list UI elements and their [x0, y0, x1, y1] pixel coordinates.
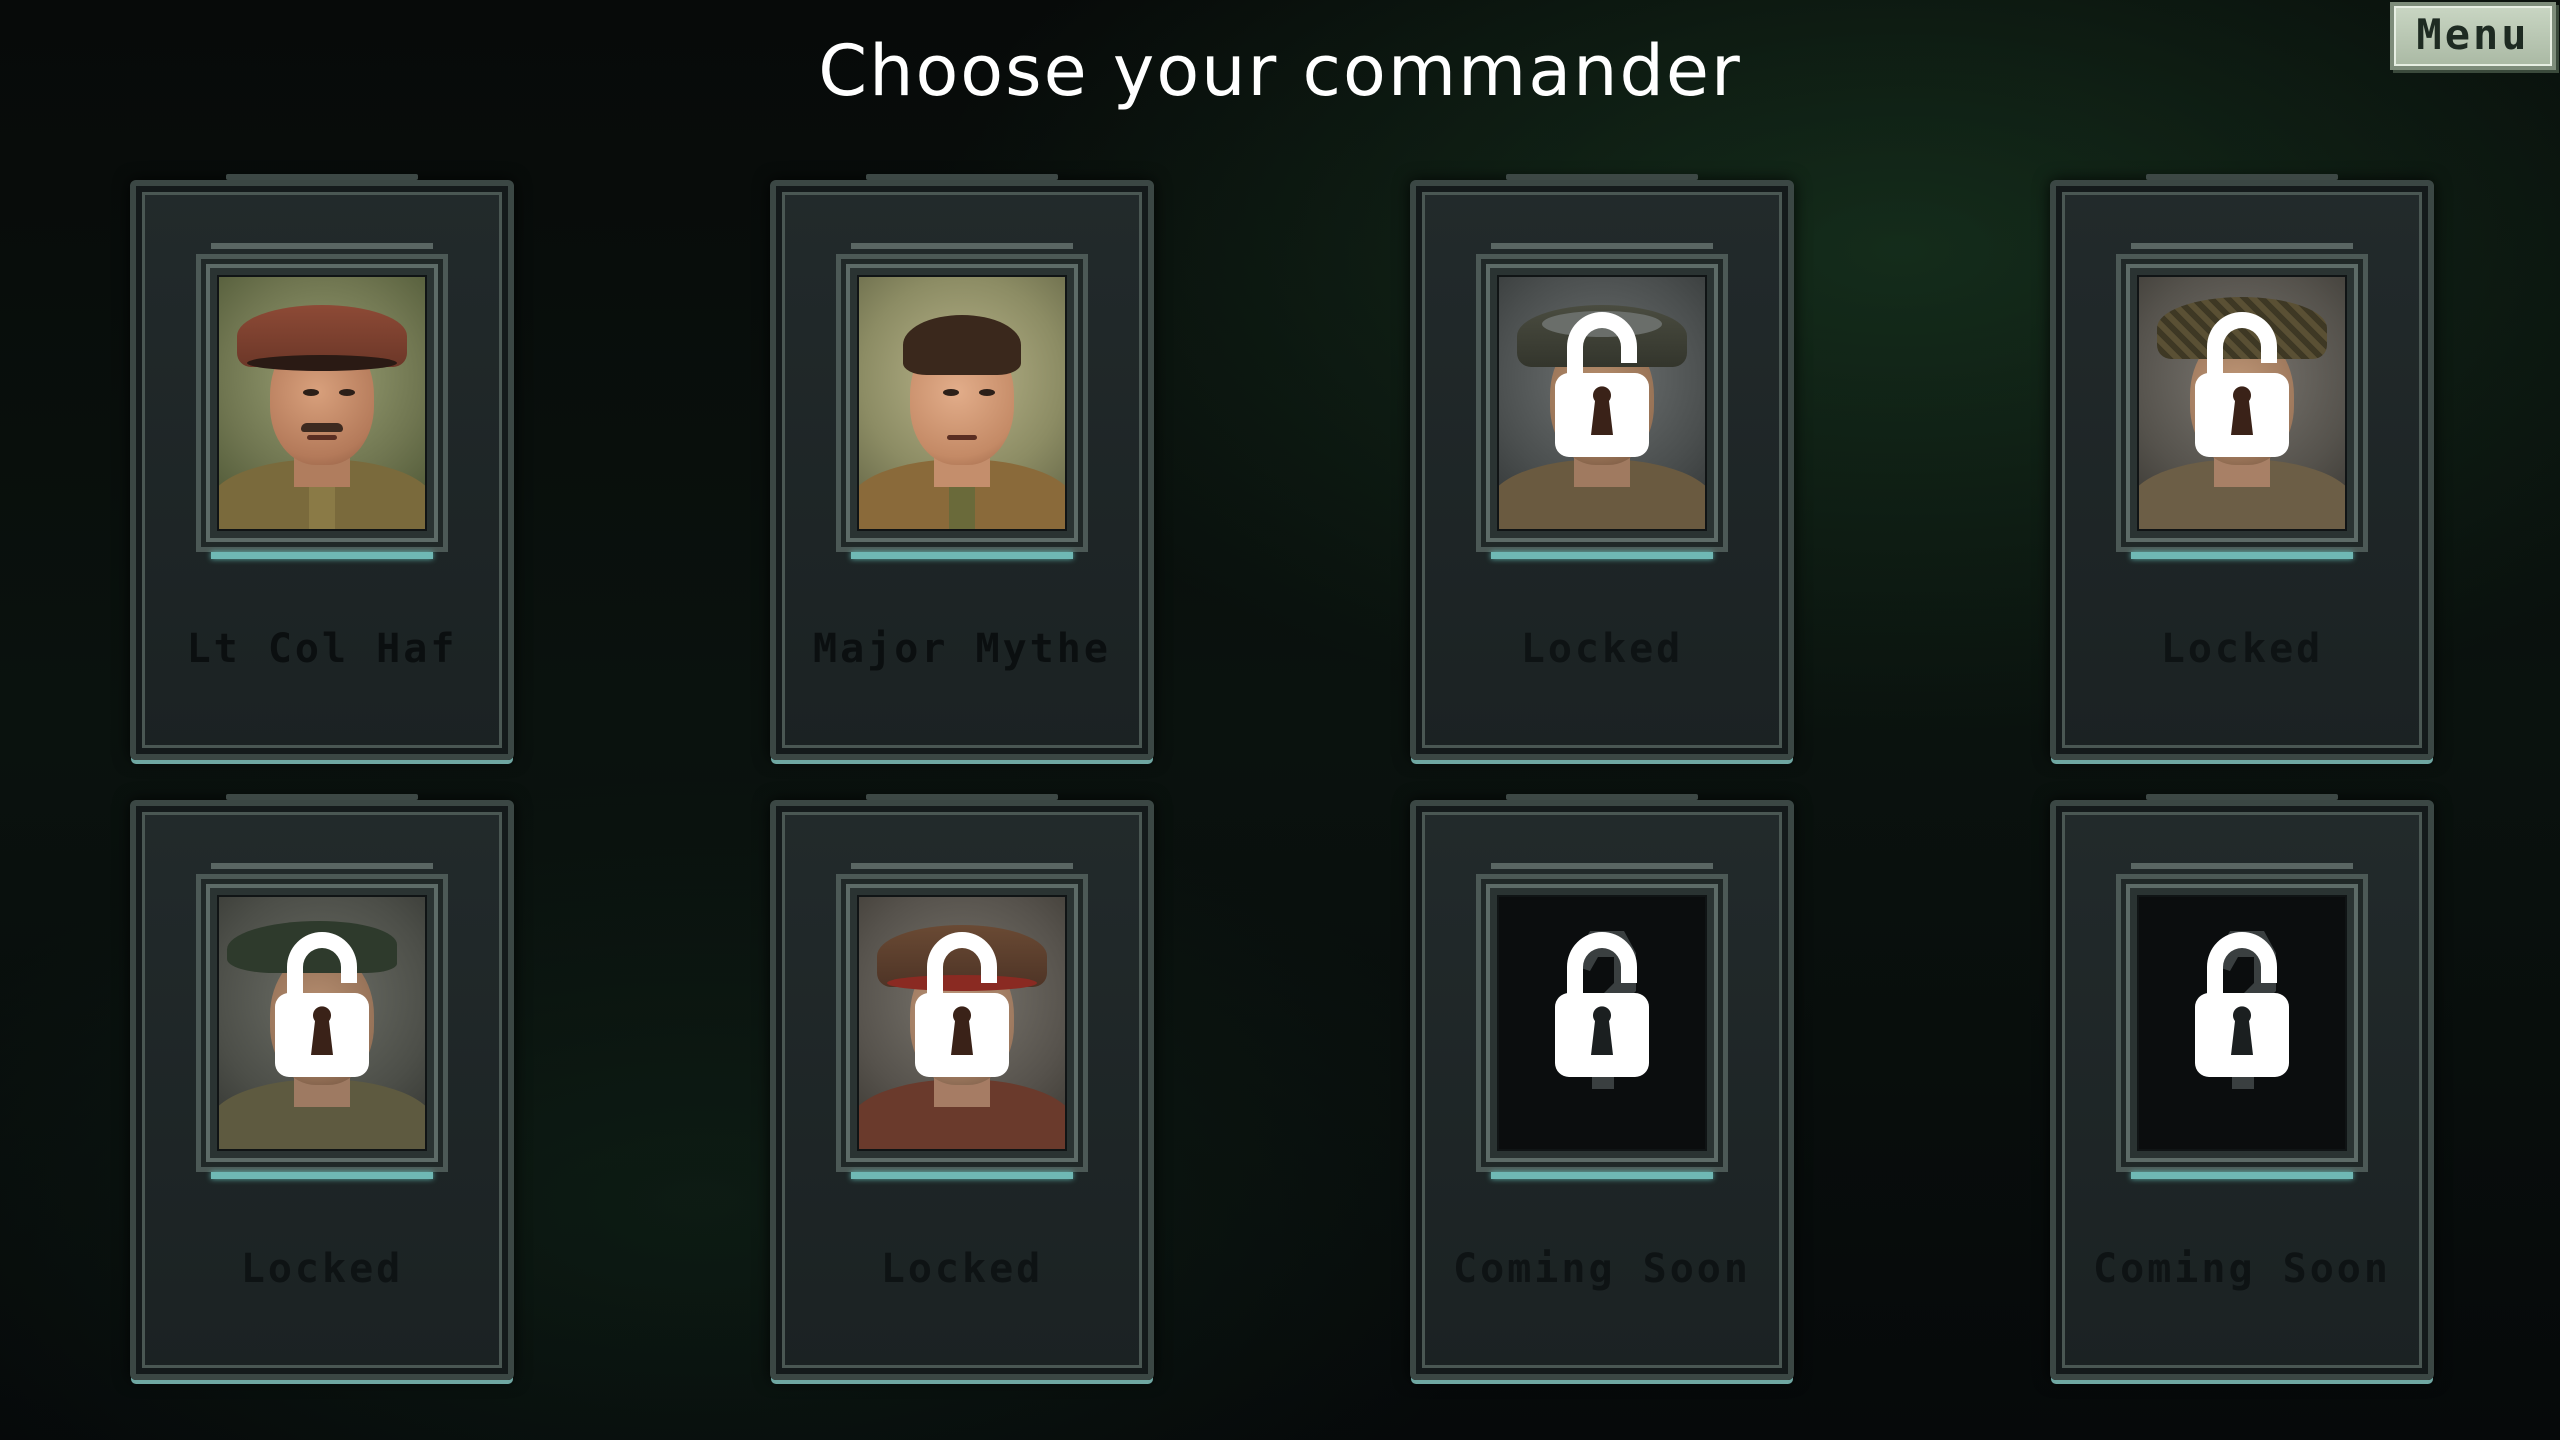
portrait-frame	[2116, 243, 2368, 559]
lock-icon	[1555, 932, 1649, 1077]
commander-select-screen: Choose your commander Menu Lt Col Haf Ma…	[0, 0, 2560, 1440]
lock-icon	[915, 932, 1009, 1077]
commander-status-label: Coming Soon	[1453, 1246, 1751, 1292]
commander-portrait	[857, 275, 1067, 531]
portrait-frame	[836, 243, 1088, 559]
portrait-frame	[2116, 863, 2368, 1179]
commander-card-locked-2[interactable]: Locked	[2050, 174, 2434, 760]
commander-card-major-mythe[interactable]: Major Mythe	[770, 174, 1154, 760]
portrait-frame	[1476, 863, 1728, 1179]
commander-name: Lt Col Haf	[186, 626, 458, 672]
portrait-frame	[836, 863, 1088, 1179]
commander-status-label: Locked	[240, 1246, 404, 1292]
portrait-frame	[1476, 243, 1728, 559]
lock-icon	[2195, 312, 2289, 457]
commander-status-label: Locked	[1520, 626, 1684, 672]
commander-status-label: Coming Soon	[2093, 1246, 2391, 1292]
portrait-frame	[196, 243, 448, 559]
lock-icon	[2195, 932, 2289, 1077]
portrait-frame	[196, 863, 448, 1179]
commander-status-label: Locked	[880, 1246, 1044, 1292]
commander-name: Major Mythe	[813, 626, 1111, 672]
commander-card-lt-col-haf[interactable]: Lt Col Haf	[130, 174, 514, 760]
lock-icon	[275, 932, 369, 1077]
commander-grid: Lt Col Haf Major Mythe Locked Locked Loc…	[0, 0, 2560, 1440]
commander-card-coming-soon-1[interactable]: Coming Soon	[1410, 794, 1794, 1380]
commander-card-locked-3[interactable]: Locked	[130, 794, 514, 1380]
commander-status-label: Locked	[2160, 626, 2324, 672]
commander-card-locked-1[interactable]: Locked	[1410, 174, 1794, 760]
commander-portrait	[217, 275, 427, 531]
lock-icon	[1555, 312, 1649, 457]
commander-card-locked-4[interactable]: Locked	[770, 794, 1154, 1380]
commander-card-coming-soon-2[interactable]: Coming Soon	[2050, 794, 2434, 1380]
